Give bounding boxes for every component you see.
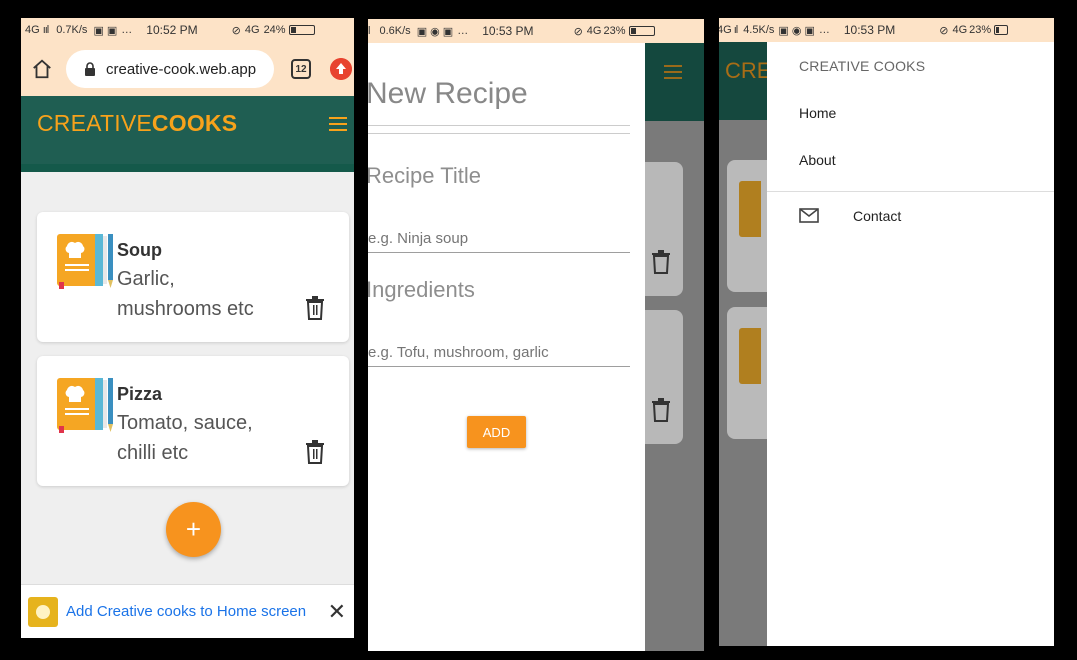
clock: 10:53 PM bbox=[482, 24, 534, 38]
address-bar[interactable]: creative-cook.web.app bbox=[66, 50, 274, 88]
lock-icon bbox=[85, 62, 95, 76]
background-card bbox=[645, 310, 683, 444]
delete-icon[interactable] bbox=[305, 296, 325, 320]
hamburger-menu-icon bbox=[664, 65, 682, 79]
notification-icons: ▣ ◉ ▣ bbox=[778, 24, 815, 37]
brand-bold: COOKS bbox=[151, 110, 238, 136]
home-icon[interactable] bbox=[31, 58, 53, 80]
mute-icon: ⊘ bbox=[573, 25, 583, 38]
status-bar: 4G ııl 0.7K/s ▣ ▣ … 10:52 PM ⊘ 4G 24% bbox=[21, 18, 354, 42]
sidenav-item-contact[interactable]: Contact bbox=[853, 208, 901, 224]
battery-percent: 23% bbox=[969, 24, 992, 36]
recipe-title: Soup bbox=[117, 240, 162, 260]
background-brand: CRE bbox=[725, 58, 772, 83]
divider bbox=[368, 133, 630, 134]
close-icon[interactable]: ✕ bbox=[328, 599, 346, 625]
phone-side-menu: 4G ıl 4.5K/s ▣ ◉ ▣ … 10:53 PM ⊘ 4G 23% C… bbox=[719, 18, 1054, 646]
delete-icon bbox=[652, 398, 670, 422]
browser-toolbar: creative-cook.web.app 12 bbox=[21, 42, 354, 96]
recipe-card: Soup Garlic, mushrooms etc bbox=[37, 212, 349, 342]
hamburger-menu-icon[interactable] bbox=[329, 117, 347, 131]
phone-home-screen: 4G ııl 0.7K/s ▣ ▣ … 10:52 PM ⊘ 4G 24% cr… bbox=[21, 18, 354, 638]
notification-icons: ▣ ◉ ▣ bbox=[416, 25, 454, 38]
recipe-book-icon bbox=[739, 328, 761, 384]
phone-new-recipe-form: ıl 0.6K/s ▣ ◉ ▣ … 10:53 PM ⊘ 4G 23% New … bbox=[368, 19, 704, 651]
brand-logo[interactable]: CREATIVECOOKS bbox=[37, 110, 237, 137]
background-card bbox=[645, 162, 683, 296]
mute-icon: ⊘ bbox=[231, 24, 241, 37]
delete-icon bbox=[652, 250, 670, 274]
speed-indicator: 4.5K/s bbox=[743, 24, 775, 36]
lte-indicator: 4G bbox=[952, 24, 968, 36]
clock: 10:52 PM bbox=[146, 23, 198, 37]
ingredients-input[interactable] bbox=[368, 339, 630, 367]
signal-icon: ıl bbox=[368, 25, 370, 37]
battery-percent: 24% bbox=[263, 24, 286, 36]
network-indicator: 4G bbox=[719, 24, 732, 36]
recipe-title-label: Recipe Title bbox=[368, 163, 481, 188]
ingredients-label: Ingredients bbox=[368, 277, 475, 302]
signal-icon: ııl bbox=[42, 24, 49, 36]
install-banner[interactable]: Add Creative cooks to Home screen ✕ bbox=[21, 584, 354, 638]
sidenav-item-about[interactable]: About bbox=[799, 152, 836, 168]
lte-indicator: 4G bbox=[586, 25, 602, 37]
update-icon[interactable] bbox=[330, 58, 352, 80]
battery-percent: 23% bbox=[603, 25, 626, 37]
recipe-book-icon bbox=[57, 234, 113, 289]
recipe-book-icon bbox=[57, 378, 113, 433]
recipe-card: Pizza Tomato, sauce, chilli etc bbox=[37, 356, 349, 486]
network-indicator: 4G bbox=[25, 24, 40, 36]
add-button[interactable]: ADD bbox=[467, 416, 526, 448]
recipe-title: Pizza bbox=[117, 384, 163, 404]
battery-icon bbox=[628, 26, 655, 36]
more-notifications: … bbox=[121, 24, 133, 36]
recipe-ingredients: Tomato, sauce, chilli etc bbox=[117, 412, 253, 464]
divider bbox=[767, 191, 1054, 192]
tab-switcher-icon[interactable]: 12 bbox=[291, 59, 311, 79]
recipe-book-icon bbox=[739, 181, 761, 237]
app-navbar: CREATIVECOOKS bbox=[21, 96, 354, 172]
divider bbox=[368, 125, 630, 126]
recipe-title-input[interactable] bbox=[368, 225, 630, 253]
notification-icons: ▣ ▣ bbox=[93, 24, 118, 37]
clock: 10:53 PM bbox=[843, 23, 896, 37]
sidenav-item-home[interactable]: Home bbox=[799, 105, 836, 121]
signal-icon: ıl bbox=[733, 24, 738, 36]
app-icon bbox=[28, 596, 58, 627]
battery-icon bbox=[288, 25, 315, 35]
mute-icon: ⊘ bbox=[939, 24, 949, 37]
more-notifications: … bbox=[457, 25, 469, 37]
lte-indicator: 4G bbox=[244, 24, 260, 36]
brand-light: CREATIVE bbox=[37, 110, 152, 136]
speed-indicator: 0.6K/s bbox=[379, 25, 411, 37]
status-bar: ıl 0.6K/s ▣ ◉ ▣ … 10:53 PM ⊘ 4G 23% bbox=[368, 19, 704, 43]
more-notifications: … bbox=[818, 24, 830, 36]
mail-icon bbox=[799, 208, 819, 223]
battery-icon bbox=[994, 25, 1009, 35]
speed-indicator: 0.7K/s bbox=[56, 24, 88, 36]
url-text: creative-cook.web.app bbox=[106, 60, 257, 78]
main-sidenav: CREATIVE COOKS Home About Contact bbox=[767, 42, 1054, 646]
new-recipe-sidenav: New Recipe Recipe Title Ingredients ADD bbox=[368, 43, 645, 651]
delete-icon[interactable] bbox=[305, 440, 325, 464]
add-recipe-button[interactable]: + bbox=[166, 502, 221, 557]
recipe-ingredients: Garlic, mushrooms etc bbox=[117, 268, 254, 320]
install-banner-text[interactable]: Add Creative cooks to Home screen bbox=[66, 603, 306, 620]
status-bar: 4G ıl 4.5K/s ▣ ◉ ▣ … 10:53 PM ⊘ 4G 23% bbox=[719, 18, 1054, 42]
form-heading: New Recipe bbox=[368, 77, 528, 110]
sidenav-title: CREATIVE COOKS bbox=[799, 58, 926, 74]
